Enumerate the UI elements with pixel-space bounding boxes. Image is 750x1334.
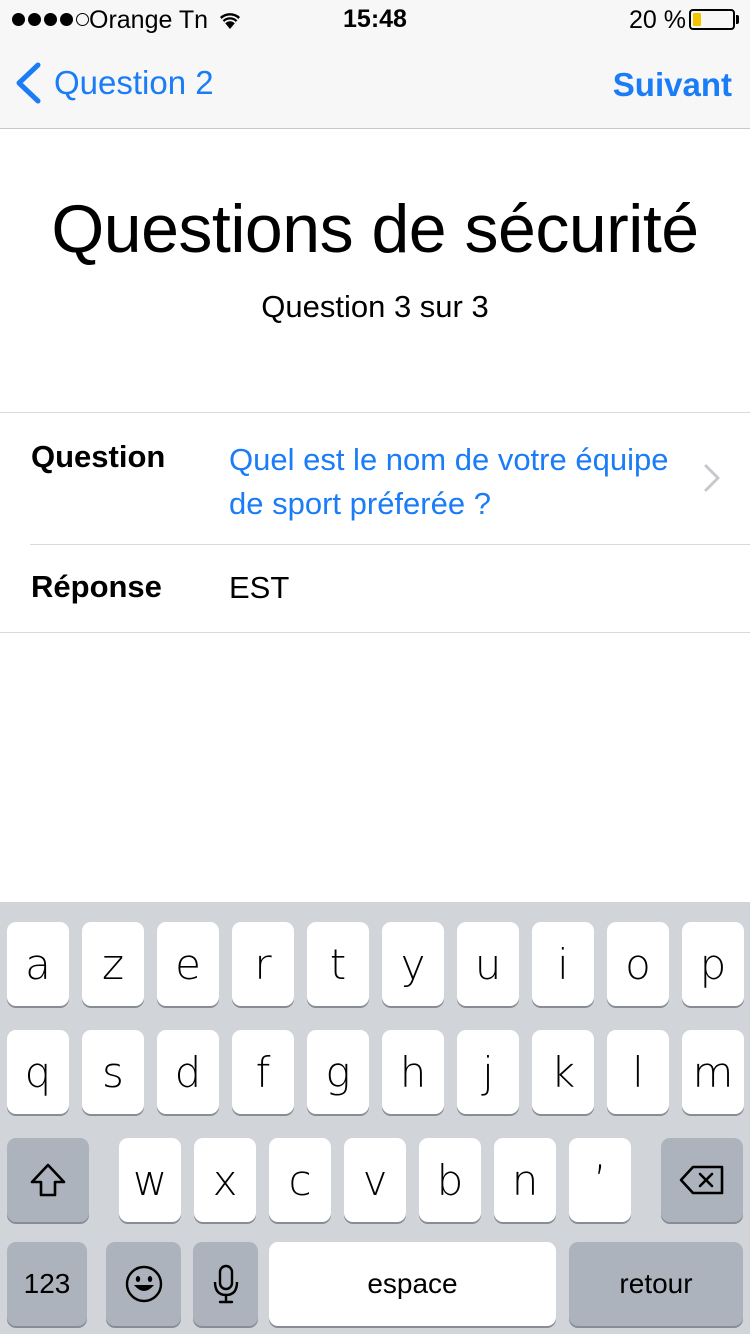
key-b[interactable]: b bbox=[419, 1138, 481, 1222]
question-label: Question bbox=[31, 439, 166, 474]
battery-percentage: 20 % bbox=[629, 6, 686, 34]
key-e[interactable]: e bbox=[157, 922, 219, 1006]
key-q[interactable]: q bbox=[7, 1030, 69, 1114]
next-button[interactable]: Suivant bbox=[613, 66, 732, 104]
chevron-left-icon bbox=[16, 62, 41, 104]
shift-icon bbox=[30, 1163, 66, 1197]
page-subtitle: Question 3 sur 3 bbox=[261, 289, 489, 324]
key-u[interactable]: u bbox=[457, 922, 519, 1006]
key-d[interactable]: d bbox=[157, 1030, 219, 1114]
key-y[interactable]: y bbox=[382, 922, 444, 1006]
keyboard: a z e r t y u i o p q s d f g h j k l m … bbox=[0, 902, 750, 1334]
back-button-label: Question 2 bbox=[54, 64, 214, 101]
battery-level bbox=[693, 13, 701, 26]
dictation-key[interactable] bbox=[193, 1242, 258, 1326]
key-f[interactable]: f bbox=[232, 1030, 294, 1114]
numbers-key[interactable]: 123 bbox=[7, 1242, 87, 1326]
key-w[interactable]: w bbox=[119, 1138, 181, 1222]
answer-row[interactable]: Réponse EST bbox=[30, 544, 750, 632]
backspace-icon bbox=[679, 1165, 724, 1195]
microphone-icon bbox=[213, 1264, 238, 1304]
shift-key[interactable] bbox=[7, 1138, 89, 1222]
key-a[interactable]: a bbox=[7, 922, 69, 1006]
key-m[interactable]: m bbox=[682, 1030, 744, 1114]
question-row[interactable]: Question Quel est le nom de votre équipe… bbox=[0, 413, 750, 544]
page-title: Questions de sécurité bbox=[51, 191, 699, 267]
security-question-form: Question Quel est le nom de votre équipe… bbox=[0, 412, 750, 633]
key-z[interactable]: z bbox=[82, 922, 144, 1006]
key-g[interactable]: g bbox=[307, 1030, 369, 1114]
key-j[interactable]: j bbox=[457, 1030, 519, 1114]
chevron-right-icon bbox=[704, 464, 720, 492]
question-value: Quel est le nom de votre équipe de sport… bbox=[229, 442, 669, 521]
back-button[interactable]: Question 2 bbox=[14, 62, 214, 104]
key-k[interactable]: k bbox=[532, 1030, 594, 1114]
answer-label: Réponse bbox=[31, 569, 162, 604]
navigation-bar: Question 2 Suivant bbox=[0, 40, 750, 129]
key-i[interactable]: i bbox=[532, 922, 594, 1006]
key-apostrophe[interactable]: ’ bbox=[569, 1138, 631, 1222]
status-bar: Orange Tn 15:48 20 % bbox=[0, 0, 750, 40]
key-s[interactable]: s bbox=[82, 1030, 144, 1114]
key-h[interactable]: h bbox=[382, 1030, 444, 1114]
key-v[interactable]: v bbox=[344, 1138, 406, 1222]
key-l[interactable]: l bbox=[607, 1030, 669, 1114]
emoji-icon bbox=[125, 1265, 162, 1303]
answer-input[interactable]: EST bbox=[229, 570, 289, 606]
key-n[interactable]: n bbox=[494, 1138, 556, 1222]
emoji-key[interactable] bbox=[106, 1242, 181, 1326]
key-p[interactable]: p bbox=[682, 922, 744, 1006]
key-o[interactable]: o bbox=[607, 922, 669, 1006]
battery-icon bbox=[689, 9, 735, 30]
key-x[interactable]: x bbox=[194, 1138, 256, 1222]
key-c[interactable]: c bbox=[269, 1138, 331, 1222]
backspace-key[interactable] bbox=[661, 1138, 743, 1222]
return-key[interactable]: retour bbox=[569, 1242, 743, 1326]
space-key[interactable]: espace bbox=[269, 1242, 556, 1326]
key-r[interactable]: r bbox=[232, 922, 294, 1006]
key-t[interactable]: t bbox=[307, 922, 369, 1006]
